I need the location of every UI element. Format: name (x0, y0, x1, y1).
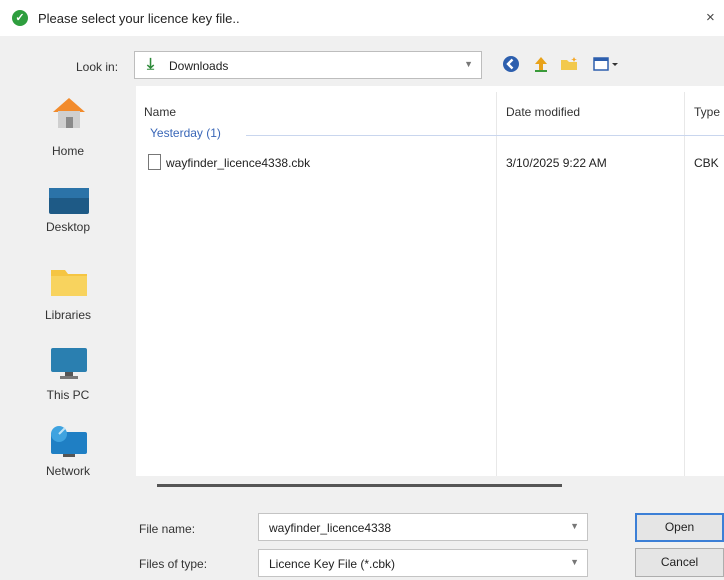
look-in-label: Look in: (76, 60, 119, 74)
place-home[interactable]: Home (0, 92, 136, 170)
place-desktop[interactable]: Desktop (0, 178, 136, 256)
file-list[interactable]: Name Date modified Type Yesterday (1) wa… (136, 86, 724, 476)
column-header-date[interactable]: Date modified (506, 105, 580, 119)
column-header-name[interactable]: Name (144, 105, 176, 119)
file-name: wayfinder_licence4338.cbk (166, 156, 311, 170)
place-network[interactable]: Network (0, 418, 136, 496)
file-type-label: Files of type: (139, 557, 208, 571)
this-pc-icon (49, 346, 89, 380)
cancel-button[interactable]: Cancel (635, 548, 724, 577)
place-libraries[interactable]: Libraries (0, 258, 136, 336)
libraries-icon (49, 266, 89, 298)
file-type: CBK (694, 156, 719, 170)
view-menu-icon[interactable] (590, 55, 624, 75)
chevron-down-icon[interactable]: ▼ (570, 521, 579, 531)
back-icon[interactable] (500, 55, 522, 75)
title-bar: ✓ Please select your licence key file.. … (0, 0, 724, 36)
place-label: Network (45, 464, 90, 478)
file-name-input[interactable]: wayfinder_licence4338 ▼ (258, 513, 588, 541)
checkmark-icon: ✓ (12, 10, 28, 26)
column-divider[interactable] (496, 92, 497, 476)
places-bar: Home Desktop Libraries This PC Network (0, 86, 136, 486)
group-divider (246, 135, 724, 136)
horizontal-scrollbar[interactable] (157, 484, 562, 487)
file-date: 3/10/2025 9:22 AM (506, 156, 607, 170)
look-in-dropdown[interactable]: ⤓ Downloads ▼ (134, 51, 482, 79)
place-label: Home (51, 144, 84, 158)
dialog-title: Please select your licence key file.. (38, 11, 240, 26)
file-type-value: Licence Key File (*.cbk) (269, 557, 396, 571)
group-header[interactable]: Yesterday (1) (150, 126, 221, 140)
place-label: Libraries (44, 308, 92, 322)
place-label: Desktop (45, 220, 91, 234)
place-label: This PC (46, 388, 90, 402)
file-icon (148, 154, 161, 170)
chevron-down-icon: ▼ (570, 557, 579, 567)
place-this-pc[interactable]: This PC (0, 338, 136, 416)
desktop-icon (47, 186, 91, 216)
file-name-label: File name: (139, 522, 196, 536)
file-row[interactable]: wayfinder_licence4338.cbk 3/10/2025 9:22… (136, 152, 724, 174)
home-icon (49, 92, 89, 132)
column-header-type[interactable]: Type (694, 105, 720, 119)
file-type-select[interactable]: Licence Key File (*.cbk) ▼ (258, 549, 588, 577)
close-button[interactable]: × (706, 8, 724, 28)
file-name-value: wayfinder_licence4338 (269, 521, 392, 535)
up-folder-icon[interactable] (530, 55, 552, 75)
network-icon (47, 424, 91, 458)
look-in-value: Downloads (169, 59, 229, 73)
open-button[interactable]: Open (635, 513, 724, 542)
column-divider[interactable] (684, 92, 685, 476)
chevron-down-icon: ▼ (464, 59, 473, 69)
download-folder-icon: ⤓ (147, 56, 155, 73)
new-folder-icon[interactable] (558, 55, 580, 75)
